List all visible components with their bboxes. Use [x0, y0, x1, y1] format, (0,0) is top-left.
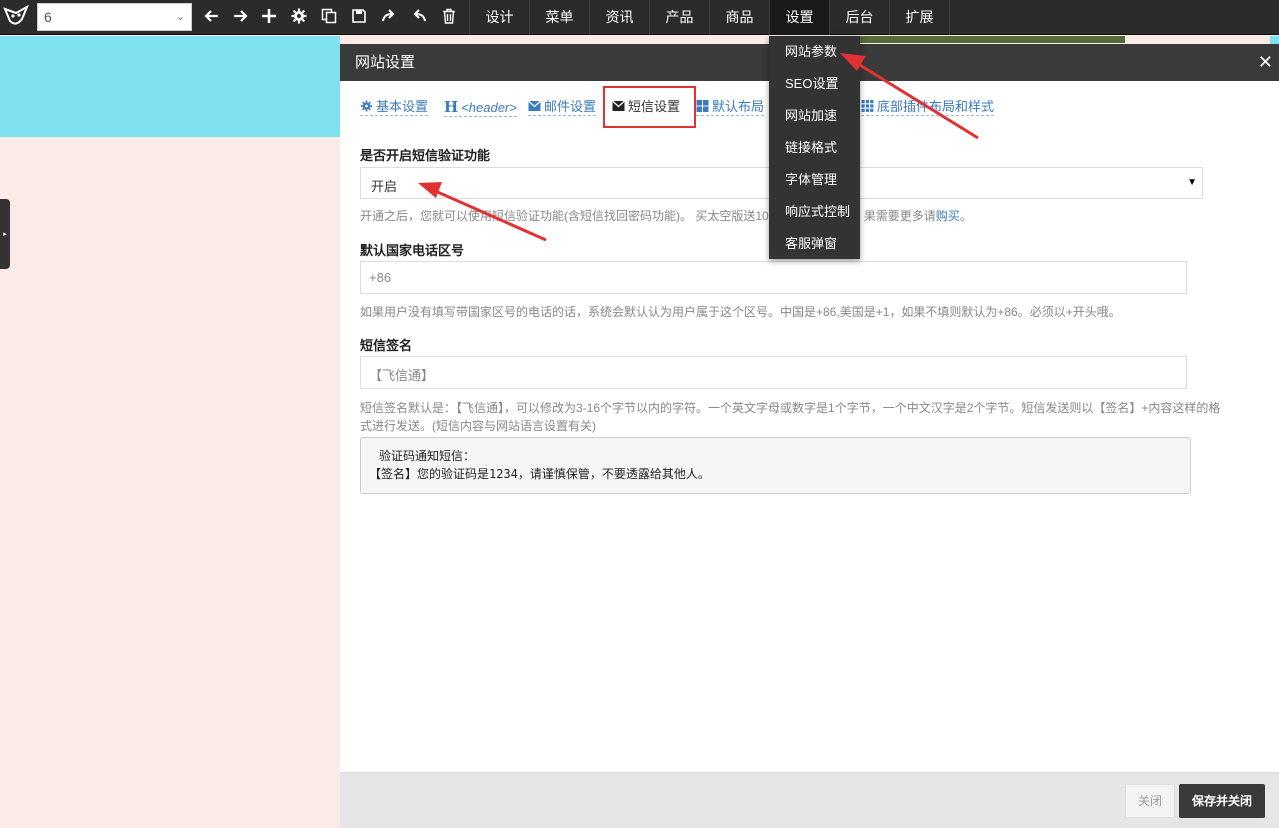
tab-label: 底部插件布局和样式: [877, 99, 995, 114]
background-banner: [0, 36, 340, 137]
sms-enable-label: 是否开启短信验证功能: [360, 148, 491, 163]
dropdown-item-site-params[interactable]: 网站参数: [769, 36, 860, 68]
save-icon[interactable]: [348, 5, 370, 27]
grid-3x3-icon: [861, 100, 874, 112]
tab-label: <header>: [461, 100, 517, 115]
menu-menu[interactable]: 菜单: [529, 0, 589, 35]
header-h-icon: H: [444, 98, 459, 116]
tab-label: 默认布局: [712, 99, 765, 114]
tab-email-settings[interactable]: 邮件设置: [528, 99, 597, 116]
dialog-title: 网站设置: [355, 54, 416, 71]
side-expand-handle[interactable]: ▸: [0, 199, 10, 269]
trash-icon[interactable]: [438, 5, 460, 27]
dropdown-item-responsive[interactable]: 响应式控制: [769, 196, 860, 228]
page-select[interactable]: 6 ⌄: [37, 3, 192, 31]
gear-icon[interactable]: [288, 5, 310, 27]
arrow-right-icon[interactable]: [229, 5, 251, 27]
help-line: 短信签名默认是：【飞信通】，可以修改为3-16个字节以内的字符。一个英文字母或数…: [360, 401, 1221, 415]
menu-extensions[interactable]: 扩展: [889, 0, 949, 35]
reply-icon[interactable]: [408, 5, 430, 27]
help-text: 开通之后，您就可以使用短信验证功能(含短信找回密码功能)。 买太空版送10: [360, 209, 769, 223]
help-text: 。: [959, 209, 972, 223]
tab-label: 邮件设置: [544, 99, 597, 114]
buy-link[interactable]: 购买: [936, 209, 960, 223]
menu-settings[interactable]: 设置: [769, 0, 829, 35]
signature-label: 短信签名: [360, 338, 413, 353]
dropdown-item-acceleration[interactable]: 网站加速: [769, 100, 860, 132]
dropdown-item-font-manager[interactable]: 字体管理: [769, 164, 860, 196]
country-code-label: 默认国家电话区号: [360, 243, 465, 258]
menu-news[interactable]: 资讯: [589, 0, 649, 35]
dropdown-item-seo[interactable]: SEO设置: [769, 68, 860, 100]
dialog-footer: 关闭 保存并关闭: [340, 772, 1279, 828]
save-and-close-button[interactable]: 保存并关闭: [1179, 784, 1265, 818]
menu-design[interactable]: 设计: [469, 0, 529, 35]
country-code-input[interactable]: +86: [360, 261, 1187, 294]
help-line: 式进行发送。(短信内容与网站语言设置有关): [360, 419, 596, 433]
preview-line: 【签名】您的验证码是1234，请谨慎保管，不要透露给其他人。: [369, 467, 710, 481]
sms-enable-help: 开通之后，您就可以使用短信验证功能(含短信找回密码功能)。 买太空版送10 果需要…: [360, 207, 972, 225]
close-icon[interactable]: ✕: [1258, 44, 1273, 81]
preview-line: 验证码通知短信：: [379, 449, 476, 463]
sms-enable-value: 开启: [371, 179, 398, 194]
background-photo: [860, 36, 1125, 43]
help-text: 果需要更多请: [863, 209, 936, 223]
menu-products[interactable]: 产品: [649, 0, 709, 35]
dropdown-item-link-format[interactable]: 链接格式: [769, 132, 860, 164]
grid-icon: [696, 100, 709, 112]
copy-icon[interactable]: [318, 5, 340, 27]
tab-basic-settings[interactable]: 基本设置: [360, 99, 429, 116]
logo-icon: [2, 3, 30, 31]
tab-header[interactable]: H <header>: [444, 99, 517, 117]
dropdown-item-support-popup[interactable]: 客服弹窗: [769, 228, 860, 260]
menu-admin[interactable]: 后台: [829, 0, 889, 35]
add-icon[interactable]: [258, 5, 280, 27]
tab-label: 基本设置: [376, 99, 429, 114]
undo-arrow-left-icon[interactable]: [201, 5, 223, 27]
sms-preview-box: 验证码通知短信： 【签名】您的验证码是1234，请谨慎保管，不要透露给其他人。: [360, 437, 1191, 494]
active-tab-highlight: [603, 86, 696, 128]
country-code-help: 如果用户没有填写带国家区号的电话的话，系统会默认认为用户属于这个区号。中国是+8…: [360, 305, 1121, 319]
close-button[interactable]: 关闭: [1125, 784, 1175, 818]
signature-input[interactable]: 【飞信通】: [360, 356, 1187, 389]
settings-dropdown: 网站参数 SEO设置 网站加速 链接格式 字体管理 响应式控制 客服弹窗: [769, 36, 860, 259]
tab-footer-plugin-layout[interactable]: 底部插件布局和样式: [861, 99, 995, 116]
tab-default-layout[interactable]: 默认布局: [696, 99, 765, 116]
menu-goods[interactable]: 商品: [709, 0, 769, 35]
top-toolbar: 6 ⌄ 设计 菜单 资讯 产品 商品 设置 后台 扩展: [0, 0, 1279, 35]
redo-icon[interactable]: [378, 5, 400, 27]
menu-divider: [949, 0, 950, 35]
chevron-down-icon: ⌄: [175, 11, 185, 23]
page-select-value: 6: [44, 9, 52, 25]
envelope-icon: [528, 100, 541, 111]
caret-down-icon: ▼: [1187, 177, 1197, 188]
signature-help: 短信签名默认是：【飞信通】，可以修改为3-16个字节以内的字符。一个英文字母或数…: [360, 399, 1240, 435]
gear-icon: [360, 100, 373, 112]
